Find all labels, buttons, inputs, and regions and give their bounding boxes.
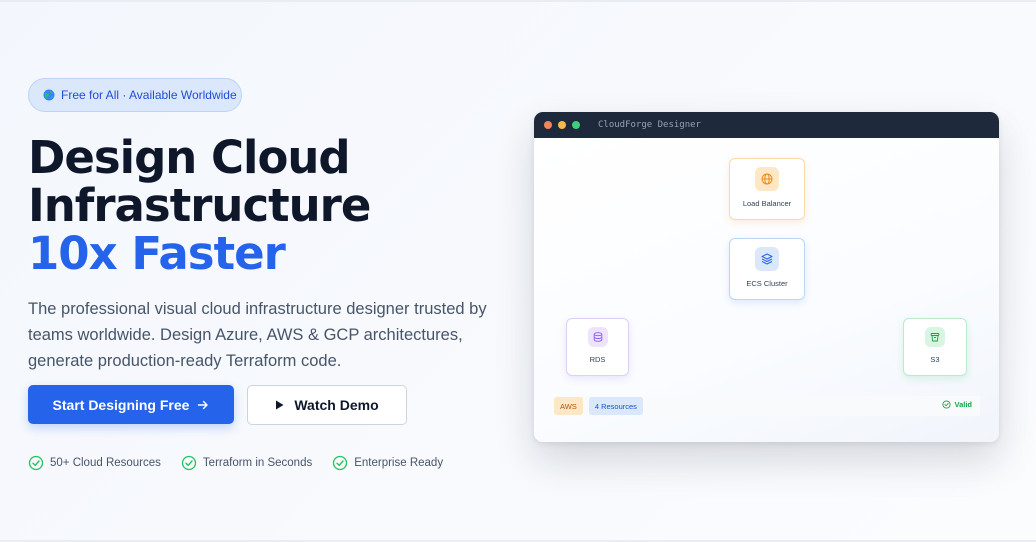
feature-item: Terraform in Seconds [181,455,312,471]
top-divider [0,0,1036,2]
check-circle-icon [942,400,952,409]
node-icon-box [587,327,608,347]
designer-statusbar: AWS 4 Resources Valid [554,396,980,416]
badge-text: Free for All · Available Worldwide [61,88,237,102]
node-icon-box [755,247,779,271]
globe-outline-icon [761,173,773,185]
play-icon [276,400,284,410]
check-circle-icon [28,455,44,471]
start-designing-button[interactable]: Start Designing Free [28,385,234,424]
bucket-icon [930,333,940,342]
window-title: CloudForge Designer [598,120,701,130]
node-label: Load Balancer [742,199,792,208]
database-icon [593,332,602,342]
headline-line-2: Infrastructure [28,179,371,232]
headline-accent: 10x Faster [28,227,286,280]
headline-line-1: Design Cloud [28,131,351,184]
window-maximize-dot [572,121,580,129]
start-designing-label: Start Designing Free [52,396,190,413]
validation-status: Valid [942,400,972,409]
provider-tag: AWS [554,397,583,415]
window-minimize-dot [558,121,566,129]
node-label: RDS [589,355,606,364]
feature-item: Enterprise Ready [332,455,443,471]
watch-demo-label: Watch Demo [294,397,379,413]
globe-icon [43,89,55,101]
node-icon-box [925,327,945,347]
hero-subtitle: The professional visual cloud infrastruc… [28,300,487,370]
window-titlebar: CloudForge Designer [534,112,999,138]
feature-list: 50+ Cloud Resources Terraform in Seconds… [28,455,443,471]
validation-label: Valid [954,400,972,409]
availability-badge: Free for All · Available Worldwide [28,78,242,112]
node-load-balancer[interactable]: Load Balancer [729,158,805,220]
layers-icon [761,253,773,265]
feature-label: 50+ Cloud Resources [50,457,161,469]
node-ecs-cluster[interactable]: ECS Cluster [729,238,805,300]
feature-label: Enterprise Ready [354,457,444,469]
node-s3[interactable]: S3 [903,318,967,376]
node-icon-box [755,167,779,191]
node-label: ECS Cluster [746,279,788,288]
watch-demo-button[interactable]: Watch Demo [247,385,407,425]
check-circle-icon [181,455,197,471]
resource-count-tag: 4 Resources [588,397,643,415]
designer-canvas: Load Balancer ECS Cluster RDS S3 AWS 4 R… [534,138,999,442]
check-circle-icon [333,455,348,471]
node-rds[interactable]: RDS [566,318,629,376]
arrow-right-icon [198,400,209,409]
window-close-dot [544,121,552,129]
designer-preview-window: CloudForge Designer Load Balancer ECS Cl… [534,112,999,442]
feature-label: Terraform in Seconds [202,457,313,469]
feature-item: 50+ Cloud Resources [28,455,161,471]
node-label: S3 [930,355,940,364]
hero-headline: Design Cloud Infrastructure 10x Faster [28,131,371,280]
